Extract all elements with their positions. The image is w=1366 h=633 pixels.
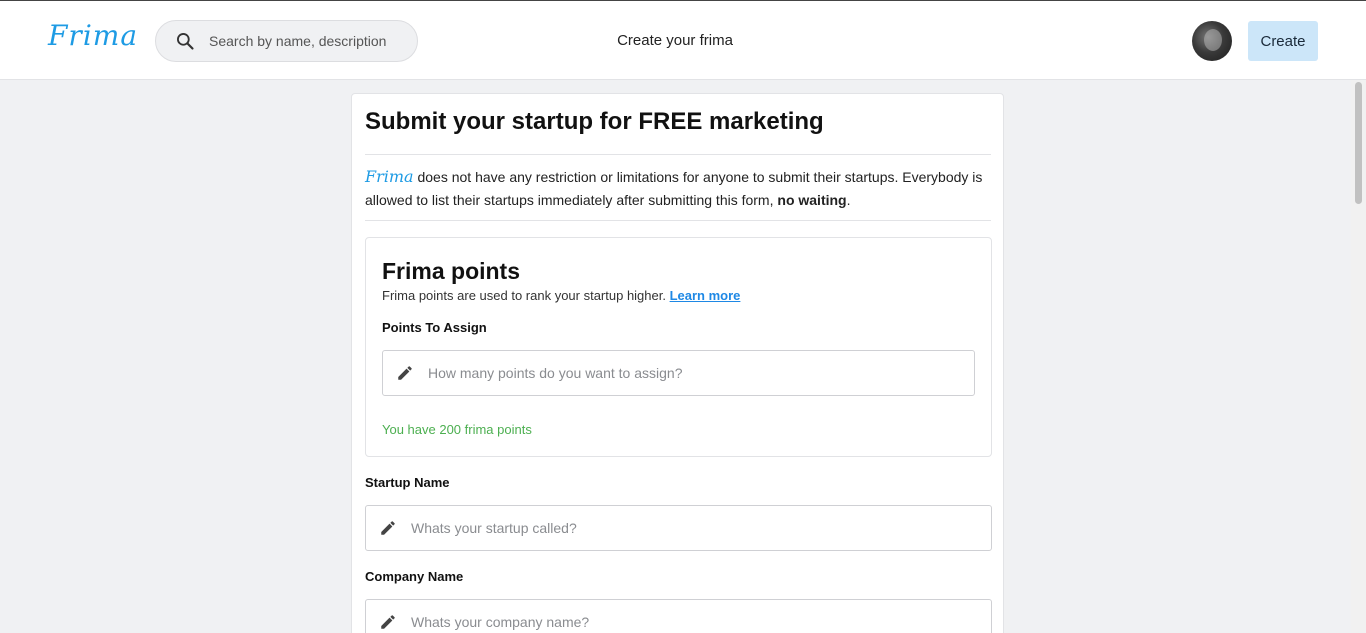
- company-name-input[interactable]: Whats your company name?: [365, 599, 992, 633]
- divider: [365, 154, 991, 155]
- top-navbar: Frima Search by name, description Create…: [0, 1, 1366, 80]
- create-button[interactable]: Create: [1248, 21, 1318, 61]
- avatar[interactable]: [1192, 21, 1232, 61]
- startup-name-label: Startup Name: [365, 475, 450, 490]
- form-title: Submit your startup for FREE marketing: [365, 108, 824, 135]
- intro-end: .: [846, 192, 851, 208]
- page-scrollbar[interactable]: [1351, 80, 1366, 633]
- pencil-icon: [381, 521, 395, 535]
- points-title: Frima points: [382, 258, 521, 284]
- scrollbar-thumb[interactable]: [1355, 82, 1362, 204]
- company-name-label: Company Name: [365, 569, 464, 584]
- company-name-placeholder: Whats your company name?: [411, 614, 590, 630]
- page-nav-title: Create your frima: [617, 32, 733, 49]
- points-description-text: Frima points are used to rank your start…: [382, 288, 670, 303]
- startup-name-placeholder: Whats your startup called?: [411, 520, 577, 536]
- inline-frima-logo: Frima: [365, 167, 414, 186]
- submit-startup-form: Submit your startup for FREE marketing F…: [351, 93, 1004, 633]
- pencil-icon: [381, 615, 395, 629]
- startup-name-input[interactable]: Whats your startup called?: [365, 505, 992, 551]
- frima-points-panel: Frima points Frima points are used to ra…: [365, 237, 992, 457]
- points-placeholder: How many points do you want to assign?: [428, 365, 683, 381]
- pencil-icon: [398, 366, 412, 380]
- points-description: Frima points are used to rank your start…: [382, 288, 740, 303]
- learn-more-link[interactable]: Learn more: [670, 288, 741, 303]
- points-to-assign-input[interactable]: How many points do you want to assign?: [382, 350, 975, 396]
- points-balance: You have 200 frima points: [382, 422, 532, 437]
- avatar-image: [1204, 29, 1222, 51]
- intro-emphasis: no waiting: [777, 192, 847, 208]
- intro-body: does not have any restriction or limitat…: [365, 169, 983, 208]
- divider: [365, 220, 991, 221]
- points-to-assign-label: Points To Assign: [382, 320, 487, 335]
- intro-text: Frima does not have any restriction or l…: [365, 165, 991, 212]
